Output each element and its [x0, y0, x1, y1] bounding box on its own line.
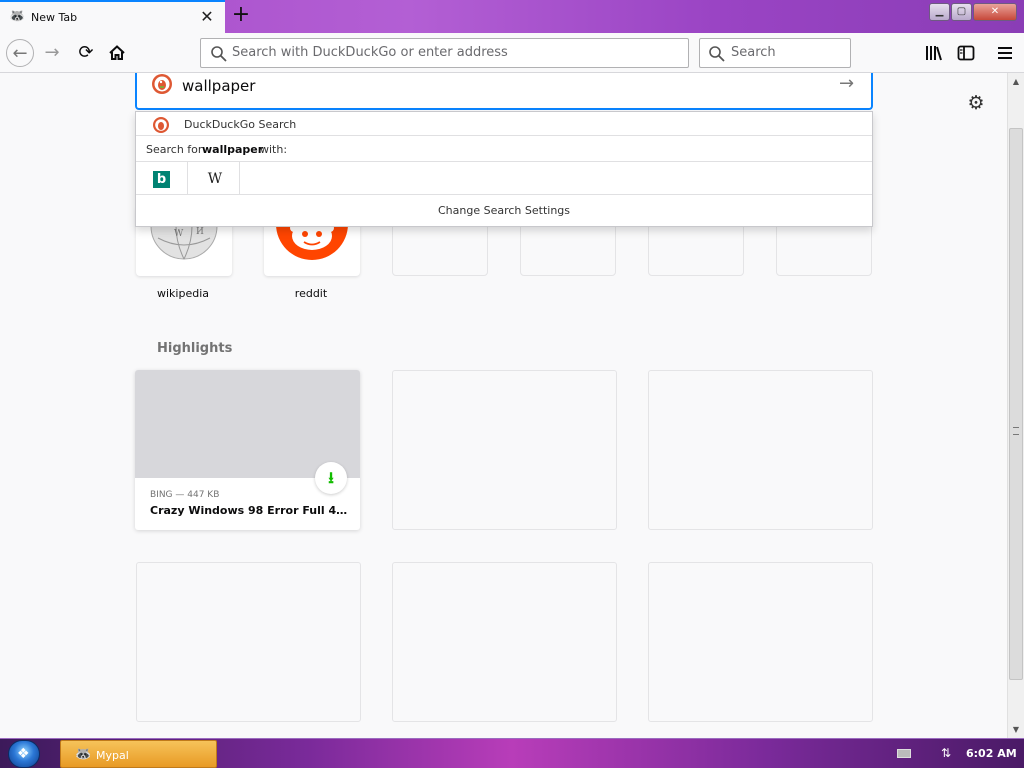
taskbar: ❖ 🦝 Mypal ⇅ 6:02 AM [0, 738, 1024, 768]
windows-logo-icon: ❖ [17, 746, 30, 762]
highlight-placeholder [392, 562, 617, 722]
maximize-button[interactable]: ▢ [951, 3, 972, 21]
search-for-row: Search for wallpaper with: [136, 136, 872, 162]
highlight-meta: BING — 447 KB [150, 490, 220, 500]
highlight-card[interactable]: ⭳ BING — 447 KB Crazy Windows 98 Error F… [135, 370, 360, 530]
scroll-up-arrow-icon[interactable]: ▲ [1008, 73, 1024, 90]
wikipedia-icon: W [207, 171, 223, 187]
bing-engine-button[interactable]: b [136, 162, 188, 194]
tab-title: New Tab [31, 11, 78, 24]
highlights-heading: Highlights [157, 341, 233, 356]
home-icon [109, 45, 125, 60]
svg-text:W: W [174, 229, 184, 239]
reload-button[interactable]: ⟳ [72, 39, 100, 67]
library-button[interactable] [922, 41, 946, 65]
scroll-thumb[interactable] [1009, 128, 1023, 680]
duckduckgo-icon [153, 117, 169, 133]
newtab-search-input[interactable] [182, 76, 822, 96]
taskbar-app-label: Mypal [96, 749, 129, 762]
nav-toolbar: ← → ⟳ [0, 33, 1024, 73]
bing-icon: b [153, 171, 170, 188]
duckduckgo-logo-icon [152, 74, 172, 94]
search-input[interactable] [731, 45, 846, 60]
start-button[interactable]: ❖ [8, 740, 40, 768]
highlight-placeholder [648, 370, 873, 530]
forward-arrow-icon: → [44, 42, 60, 63]
search-for-suffix: with: [260, 143, 288, 156]
search-go-arrow-icon[interactable]: → [839, 74, 859, 94]
search-for-term: wallpaper [202, 143, 264, 156]
sidebar-icon [957, 45, 975, 61]
highlight-placeholder [648, 562, 873, 722]
engine-suggestion-row[interactable]: DuckDuckGo Search [136, 112, 872, 136]
taskbar-app-mypal[interactable]: 🦝 Mypal [60, 740, 217, 768]
download-icon: ⭳ [315, 462, 347, 494]
customize-gear-icon[interactable]: ⚙ [966, 93, 986, 113]
url-input[interactable] [232, 45, 672, 60]
wikipedia-engine-button[interactable]: W [188, 162, 240, 194]
network-icon[interactable]: ⇅ [941, 746, 951, 760]
menu-button[interactable] [993, 41, 1017, 65]
tab-strip: 🦝 New Tab ✕ + ▁ ▢ ✕ [0, 0, 1024, 33]
mypal-app-icon: 🦝 [75, 747, 92, 762]
highlight-placeholder [136, 562, 361, 722]
highlight-placeholder [392, 370, 617, 530]
search-for-prefix: Search for [146, 143, 203, 156]
url-bar[interactable] [200, 38, 689, 68]
svg-text:И: И [196, 227, 204, 237]
back-arrow-icon: ← [12, 43, 28, 64]
tab-new-tab[interactable]: 🦝 New Tab ✕ [0, 0, 225, 33]
forward-button[interactable]: → [38, 39, 66, 67]
sidebar-button[interactable] [954, 41, 978, 65]
search-suggestions-dropdown: DuckDuckGo Search Search for wallpaper w… [135, 111, 873, 227]
tab-close-icon[interactable]: ✕ [199, 8, 215, 26]
new-tab-button[interactable]: + [230, 4, 252, 28]
one-off-engines-row: b W [136, 162, 872, 195]
home-button[interactable] [103, 39, 131, 67]
clock[interactable]: 6:02 AM [966, 747, 1017, 760]
reload-icon: ⟳ [78, 42, 94, 63]
search-bar[interactable] [699, 38, 851, 68]
mypal-favicon-icon: 🦝 [9, 9, 26, 24]
change-search-settings-button[interactable]: Change Search Settings [136, 196, 872, 227]
vertical-scrollbar[interactable]: ▲ ▼ [1007, 73, 1024, 738]
library-icon [926, 46, 942, 61]
top-site-label: reddit [294, 287, 328, 300]
minimize-button[interactable]: ▁ [929, 3, 950, 21]
top-site-label: wikipedia [156, 287, 209, 300]
keyboard-icon[interactable] [897, 749, 911, 758]
newtab-search-box[interactable]: → [135, 73, 873, 110]
scroll-down-arrow-icon[interactable]: ▼ [1008, 721, 1024, 738]
hamburger-menu-icon [998, 47, 1012, 59]
scroll-grip [1013, 427, 1019, 435]
search-icon [709, 46, 725, 62]
window-controls: ▁ ▢ ✕ [929, 3, 1018, 21]
highlight-title: Crazy Windows 98 Error Full 4K6... [150, 504, 350, 517]
close-window-button[interactable]: ✕ [973, 3, 1017, 21]
search-icon [211, 46, 227, 62]
engine-suggestion-label: DuckDuckGo Search [184, 118, 297, 131]
back-button[interactable]: ← [6, 39, 34, 67]
